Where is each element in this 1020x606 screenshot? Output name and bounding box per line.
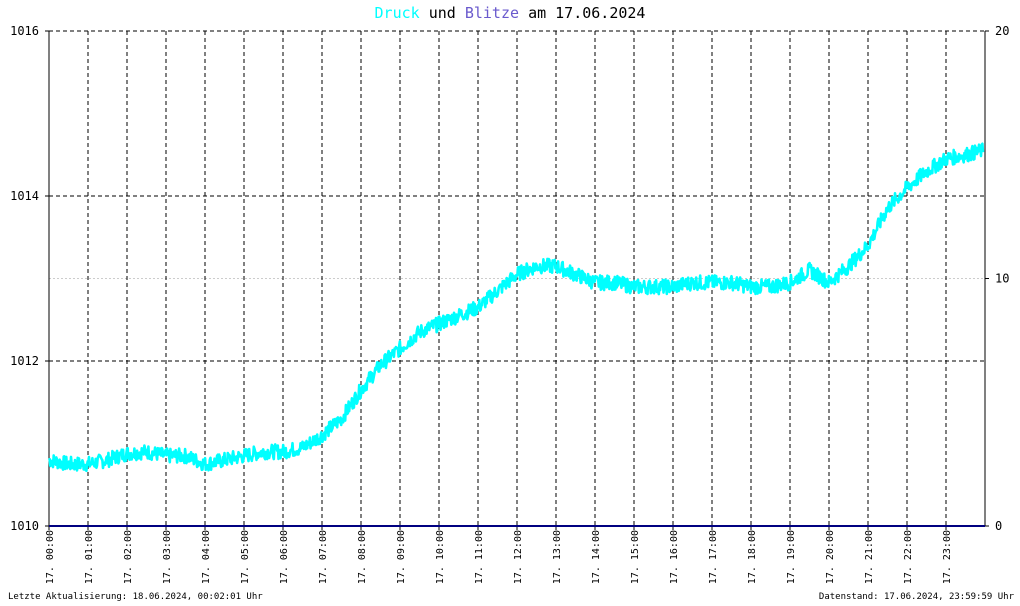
x-tick-label-18: 17. 18:00 bbox=[747, 530, 758, 584]
x-tick-label-10: 17. 10:00 bbox=[435, 530, 446, 584]
left-tick-label-1012: 1012 bbox=[10, 354, 39, 368]
x-tick-label-4: 17. 04:00 bbox=[201, 530, 212, 584]
x-tick-label-23: 17. 23:00 bbox=[942, 530, 953, 584]
left-tick-label-1014: 1014 bbox=[10, 189, 39, 203]
x-tick-label-16: 17. 16:00 bbox=[669, 530, 680, 584]
x-tick-label-21: 17. 21:00 bbox=[864, 530, 875, 584]
x-tick-label-22: 17. 22:00 bbox=[903, 530, 914, 584]
right-tick-label-0: 0 bbox=[995, 519, 1002, 533]
x-tick-label-0: 17. 00:00 bbox=[45, 530, 56, 584]
x-tick-label-13: 17. 13:00 bbox=[552, 530, 563, 584]
x-tick-label-15: 17. 15:00 bbox=[630, 530, 641, 584]
series-druck-line bbox=[47, 142, 985, 473]
right-tick-label-10: 10 bbox=[995, 272, 1009, 286]
x-tick-label-11: 17. 11:00 bbox=[474, 530, 485, 584]
x-tick-label-17: 17. 17:00 bbox=[708, 530, 719, 584]
last-update-footer: Letzte Aktualisierung: 18.06.2024, 00:02… bbox=[8, 592, 263, 602]
data-status-footer: Datenstand: 17.06.2024, 23:59:59 Uhr bbox=[818, 592, 1014, 602]
right-tick-label-20: 20 bbox=[995, 24, 1009, 38]
x-tick-label-12: 17. 12:00 bbox=[513, 530, 524, 584]
x-tick-label-20: 17. 20:00 bbox=[825, 530, 836, 584]
x-tick-label-1: 17. 01:00 bbox=[84, 530, 95, 584]
x-tick-label-3: 17. 03:00 bbox=[162, 530, 173, 584]
x-tick-label-14: 17. 14:00 bbox=[591, 530, 602, 584]
left-tick-label-1016: 1016 bbox=[10, 24, 39, 38]
x-tick-label-19: 17. 19:00 bbox=[786, 530, 797, 584]
x-tick-label-2: 17. 02:00 bbox=[123, 530, 134, 584]
left-tick-label-1010: 1010 bbox=[10, 519, 39, 533]
x-tick-label-7: 17. 07:00 bbox=[318, 530, 329, 584]
x-tick-label-8: 17. 08:00 bbox=[357, 530, 368, 584]
x-tick-label-5: 17. 05:00 bbox=[240, 530, 251, 584]
x-tick-label-9: 17. 09:00 bbox=[396, 530, 407, 584]
x-tick-label-6: 17. 06:00 bbox=[279, 530, 290, 584]
pressure-lightning-chart: 1010 1012 1014 1016 0 10 20 17. 00:00 17. 01:00 1… bbox=[10, 24, 1009, 584]
